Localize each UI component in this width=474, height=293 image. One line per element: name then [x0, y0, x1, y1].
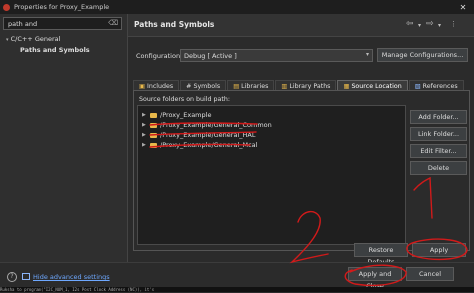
cancel-button[interactable]: Cancel — [406, 267, 454, 281]
title-bar: Properties for Proxy_Example ✕ — [0, 0, 474, 14]
configuration-label: Configuration: — [136, 52, 183, 60]
collapse-icon[interactable]: ▾ — [6, 37, 9, 43]
folder-icon — [150, 122, 157, 128]
source-location-icon: ▦ — [343, 83, 350, 90]
back-icon[interactable]: ⇦ — [406, 19, 414, 29]
list-item[interactable]: ▶/Proxy_Example/General_Common — [142, 120, 272, 130]
clear-filter-icon[interactable]: ⌫ — [108, 19, 118, 27]
library-paths-icon: ▥ — [281, 83, 288, 90]
tree-item-cpp-general[interactable]: ▾ C/C++ General — [6, 34, 90, 45]
help-icon[interactable]: ? — [7, 272, 17, 282]
forward-dropdown-icon[interactable]: ▾ — [438, 22, 441, 29]
back-dropdown-icon[interactable]: ▾ — [418, 22, 421, 29]
add-folder-button[interactable]: Add Folder... — [410, 110, 467, 124]
libraries-icon: ▤ — [233, 83, 240, 90]
app-icon — [3, 3, 10, 11]
list-item[interactable]: ▶/Proxy_Example/General_HAL — [142, 130, 255, 140]
delete-button[interactable]: Delete — [410, 161, 467, 175]
filter-input[interactable]: path and ⌫ — [3, 17, 122, 30]
page-header: Paths and Symbols ⇦ ▾ ⇨ ▾ ⋮ — [128, 14, 474, 37]
expand-icon[interactable]: ▶ — [142, 142, 148, 148]
forward-icon[interactable]: ⇨ — [426, 19, 434, 29]
edit-filter-button[interactable]: Edit Filter... — [410, 144, 467, 158]
hide-advanced-settings-link[interactable]: Hide advanced settings — [33, 273, 110, 281]
apply-and-close-button[interactable]: Apply and Close — [348, 267, 402, 290]
main-panel: Paths and Symbols ⇦ ▾ ⇨ ▾ ⋮ Configuratio… — [128, 14, 474, 266]
references-icon: ▧ — [414, 83, 421, 90]
includes-icon: ▣ — [139, 83, 145, 90]
folder-icon — [150, 132, 157, 138]
page-title: Paths and Symbols — [134, 20, 215, 29]
window-title: Properties for Proxy_Example — [14, 3, 110, 11]
manage-configurations-button[interactable]: Manage Configurations... — [377, 48, 468, 62]
chevron-down-icon: ▾ — [365, 51, 369, 58]
window-close-button[interactable]: ✕ — [452, 0, 474, 14]
tree-item-paths-and-symbols[interactable]: Paths and Symbols — [6, 45, 90, 55]
apply-button[interactable]: Apply — [412, 243, 466, 257]
console-strip: Ruksha to program("I2C_NUM_1, I2s Post C… — [0, 287, 474, 292]
sidebar: path and ⌫ ▾ C/C++ General Paths and Sym… — [0, 14, 128, 262]
restore-defaults-button[interactable]: Restore Defaults — [354, 243, 408, 266]
list-item[interactable]: ▶/Proxy_Example — [142, 110, 211, 120]
expand-icon[interactable]: ▶ — [142, 112, 148, 118]
configuration-select[interactable]: Debug [ Active ] ▾ — [180, 49, 373, 62]
link-folder-button[interactable]: Link Folder... — [410, 127, 467, 141]
folder-icon — [150, 112, 157, 118]
source-folder-list[interactable]: ▶/Proxy_Example ▶/Proxy_Example/General_… — [137, 105, 406, 245]
source-location-panel: Source folders on build path: ▶/Proxy_Ex… — [133, 90, 470, 251]
expand-icon[interactable]: ▶ — [142, 122, 148, 128]
menu-icon[interactable]: ⋮ — [450, 20, 457, 28]
source-folders-label: Source folders on build path: — [139, 96, 230, 103]
folder-icon — [150, 142, 157, 148]
expand-icon[interactable]: ▶ — [142, 132, 148, 138]
advanced-settings-icon — [22, 273, 30, 280]
property-tree: ▾ C/C++ General Paths and Symbols — [6, 34, 90, 55]
list-item[interactable]: ▶/Proxy_Example/General_Mcal — [142, 140, 257, 150]
filter-input-value: path and — [8, 20, 38, 28]
